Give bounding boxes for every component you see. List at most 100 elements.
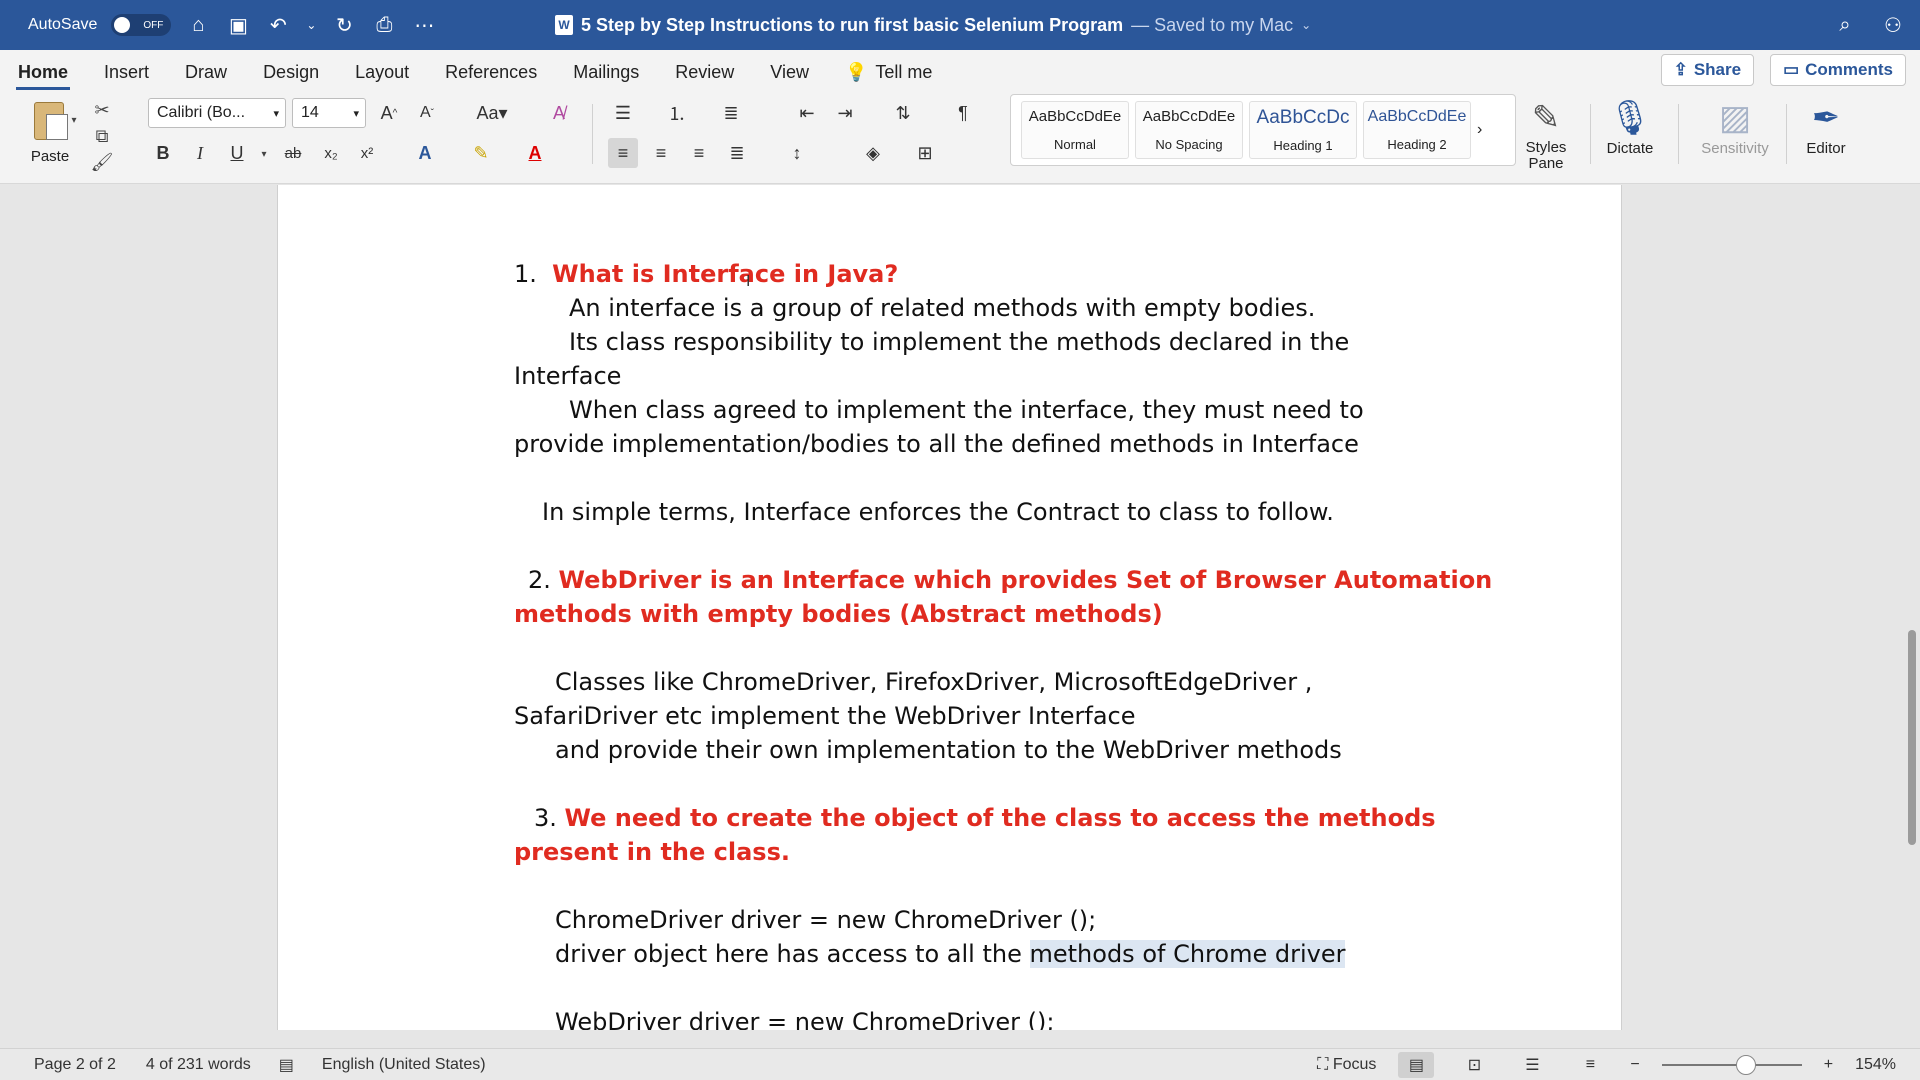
justify-icon[interactable]: ≣: [722, 138, 752, 168]
document-title-text: 5 Step by Step Instructions to run first…: [581, 14, 1124, 35]
list-number: 2.: [528, 566, 551, 594]
share-people-icon[interactable]: ⚇: [1880, 12, 1906, 38]
style-preview: AaBbCcDdEe: [1142, 108, 1236, 125]
zoom-in-icon[interactable]: +: [1824, 1056, 1833, 1074]
increase-indent-icon[interactable]: ⇥: [830, 98, 860, 128]
font-size-dropdown[interactable]: 14 ▾: [292, 98, 366, 128]
line-spacing-icon[interactable]: ↕: [782, 138, 812, 168]
word-count[interactable]: 4 of 231 words: [146, 1056, 251, 1074]
tab-home[interactable]: Home: [0, 50, 86, 94]
format-painter-icon[interactable]: 🖌: [90, 150, 114, 174]
shrink-font-icon[interactable]: Aˇ: [412, 98, 442, 128]
focus-label: Focus: [1332, 1056, 1377, 1073]
language[interactable]: English (United States): [322, 1056, 486, 1074]
decrease-indent-icon[interactable]: ⇤: [792, 98, 822, 128]
styles-pane-icon: ✎: [1531, 99, 1561, 137]
web-layout-icon[interactable]: ⊡: [1456, 1052, 1492, 1078]
bullets-icon[interactable]: ☰: [608, 98, 638, 128]
draft-view-icon[interactable]: ≡: [1572, 1052, 1608, 1078]
tab-design[interactable]: Design: [245, 50, 337, 94]
style-normal[interactable]: AaBbCcDdEe Normal: [1021, 101, 1129, 159]
superscript-button[interactable]: x²: [352, 138, 382, 168]
more-icon[interactable]: ⋯: [411, 12, 437, 38]
comment-icon: ▭: [1783, 60, 1800, 79]
focus-button[interactable]: ⛶ Focus: [1317, 1056, 1376, 1074]
tab-review[interactable]: Review: [657, 50, 752, 94]
style-no-spacing[interactable]: AaBbCcDdEe No Spacing: [1135, 101, 1243, 159]
status-bar: Page 2 of 2 4 of 231 words ▤ English (Un…: [0, 1048, 1920, 1080]
undo-dropdown-icon[interactable]: ⌄: [305, 12, 317, 38]
styles-pane-button[interactable]: ✎ Styles Pane: [1506, 96, 1586, 172]
autosave-toggle[interactable]: OFF: [111, 14, 172, 36]
search-icon[interactable]: ⌕: [1832, 12, 1858, 38]
proofing-icon[interactable]: ▤: [279, 1055, 294, 1075]
highlight-icon[interactable]: ✎: [466, 138, 496, 168]
vertical-scrollbar[interactable]: [1908, 630, 1916, 845]
text-effects-icon[interactable]: A: [410, 138, 440, 168]
borders-icon[interactable]: ⊞: [910, 138, 940, 168]
font-name-value: Calibri (Bo...: [157, 104, 246, 121]
subscript-button[interactable]: x₂: [316, 138, 346, 168]
strikethrough-button[interactable]: ab: [278, 138, 308, 168]
tell-me-search[interactable]: 💡 Tell me: [827, 50, 950, 94]
font-name-dropdown[interactable]: Calibri (Bo... ▾: [148, 98, 286, 128]
show-formatting-icon[interactable]: ¶: [948, 98, 978, 128]
tab-layout[interactable]: Layout: [337, 50, 427, 94]
align-right-icon[interactable]: ≡: [684, 138, 714, 168]
zoom-out-icon[interactable]: −: [1630, 1056, 1639, 1074]
page-count[interactable]: Page 2 of 2: [34, 1056, 116, 1074]
cut-icon[interactable]: ✂: [90, 98, 114, 122]
undo-icon[interactable]: ↶: [265, 12, 291, 38]
numbering-icon[interactable]: ⒈: [662, 98, 692, 128]
tab-mailings[interactable]: Mailings: [555, 50, 657, 94]
editor-button[interactable]: ✒ Editor: [1786, 96, 1866, 157]
sort-icon[interactable]: ⇅: [888, 98, 918, 128]
multilevel-list-icon[interactable]: ≣: [716, 98, 746, 128]
share-icon: ⇪: [1673, 60, 1688, 79]
style-heading-1[interactable]: AaBbCcDc Heading 1: [1249, 101, 1357, 159]
tab-references[interactable]: References: [427, 50, 555, 94]
chevron-right-icon[interactable]: ›: [1477, 121, 1482, 139]
change-case-button[interactable]: Aa ▾: [470, 98, 514, 128]
save-icon[interactable]: ▣: [225, 12, 251, 38]
grow-font-icon[interactable]: A ^: [374, 98, 404, 128]
home-icon[interactable]: ⌂: [185, 12, 211, 38]
paragraph: Classes like ChromeDriver, FirefoxDriver…: [555, 668, 1313, 696]
heading-3: 3. We need to create the object of the c…: [514, 801, 1474, 835]
sensitivity-button[interactable]: ▨ Sensitivity: [1688, 96, 1782, 157]
tab-draw[interactable]: Draw: [167, 50, 245, 94]
paste-label: Paste: [30, 148, 70, 165]
align-center-icon[interactable]: ≡: [646, 138, 676, 168]
print-icon[interactable]: ⎙: [371, 12, 397, 38]
comments-button[interactable]: ▭ Comments: [1770, 54, 1906, 86]
code-line: ChromeDriver driver = new ChromeDriver (…: [555, 906, 1097, 934]
document-page[interactable]: 1. What is Interface in Java? An interfa…: [277, 185, 1622, 1030]
print-layout-icon[interactable]: ▤: [1398, 1052, 1435, 1078]
style-heading-2[interactable]: AaBbCcDdEe Heading 2: [1363, 101, 1471, 159]
italic-button[interactable]: I: [185, 138, 215, 168]
document-canvas: 1. What is Interface in Java? An interfa…: [0, 185, 1920, 1030]
chevron-down-icon[interactable]: ⌄: [1301, 18, 1311, 32]
clear-formatting-icon[interactable]: A̸: [544, 98, 574, 128]
paste-dropdown-icon[interactable]: ▾: [62, 108, 86, 132]
zoom-slider[interactable]: [1661, 1055, 1802, 1075]
zoom-level[interactable]: 154%: [1855, 1056, 1896, 1074]
editor-pen-icon: ✒: [1811, 99, 1841, 137]
dictate-button[interactable]: 🎙 Dictate: [1590, 96, 1670, 157]
zoom-knob[interactable]: [1735, 1055, 1756, 1075]
bold-button[interactable]: B: [148, 138, 178, 168]
shading-icon[interactable]: ◈: [858, 138, 888, 168]
font-color-icon[interactable]: A: [520, 138, 550, 168]
share-button[interactable]: ⇪ Share: [1660, 54, 1755, 86]
tab-insert[interactable]: Insert: [86, 50, 167, 94]
copy-icon[interactable]: ⧉: [90, 124, 114, 148]
document-body[interactable]: 1. What is Interface in Java? An interfa…: [514, 257, 1492, 1030]
underline-dropdown-icon[interactable]: ▾: [252, 142, 276, 166]
tab-view[interactable]: View: [752, 50, 827, 94]
saved-status[interactable]: — Saved to my Mac: [1131, 15, 1293, 36]
editor-label: Editor: [1806, 140, 1846, 157]
underline-button[interactable]: U: [222, 138, 252, 168]
align-left-icon[interactable]: ≡: [608, 138, 638, 168]
outline-view-icon[interactable]: ☰: [1514, 1052, 1550, 1078]
redo-icon[interactable]: ↻: [331, 12, 357, 38]
